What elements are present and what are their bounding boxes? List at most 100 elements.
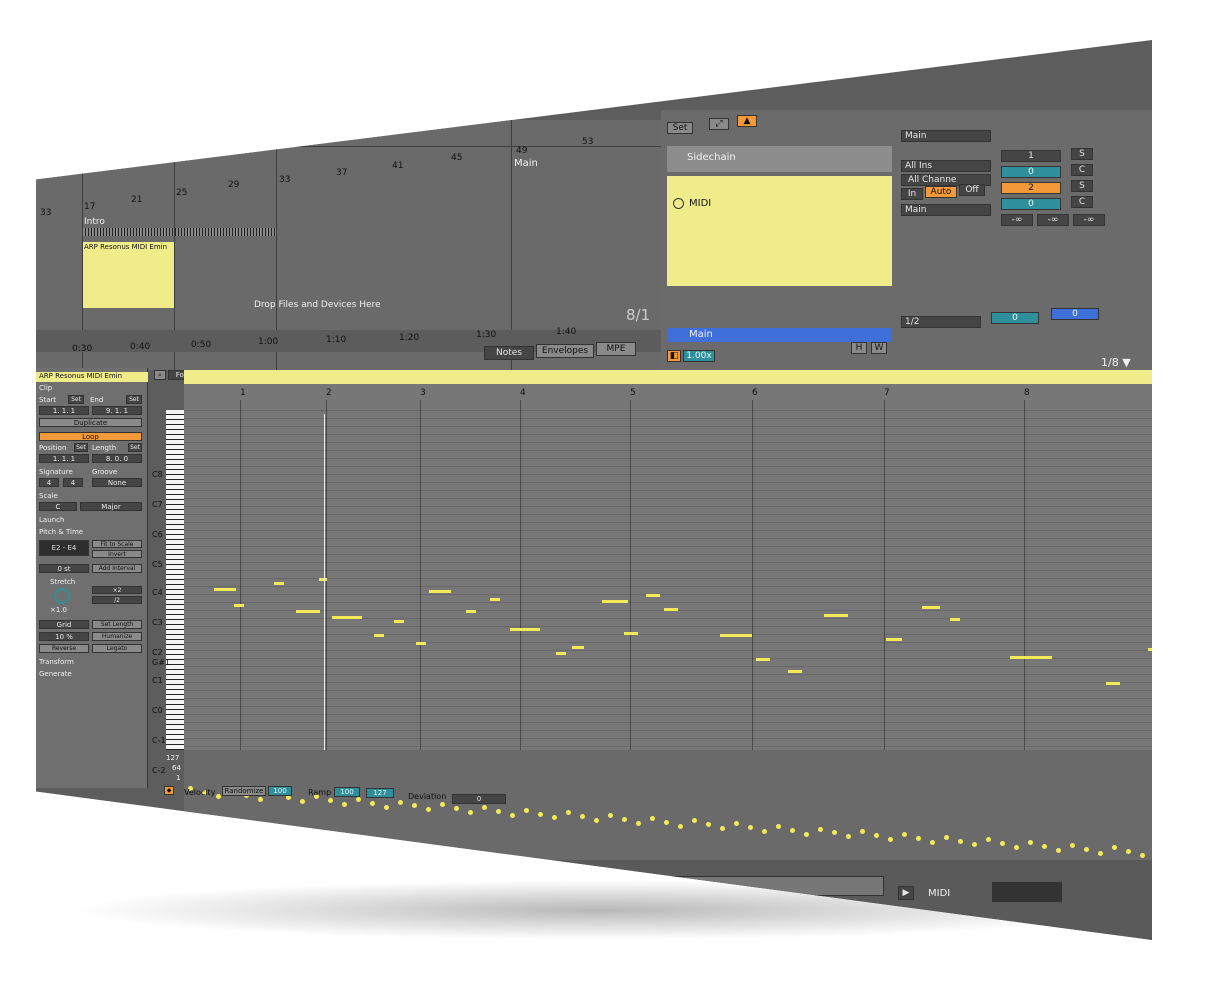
midi-note[interactable]: [416, 642, 426, 645]
velocity-marker[interactable]: [468, 810, 473, 815]
velocity-marker[interactable]: [944, 834, 949, 840]
velocity-marker[interactable]: [1140, 853, 1145, 859]
velocity-marker[interactable]: [790, 827, 795, 833]
velocity-marker[interactable]: [902, 831, 907, 837]
reverse-button[interactable]: Reverse: [39, 644, 89, 653]
deviation-value[interactable]: 0: [452, 794, 506, 804]
invert-button[interactable]: Invert: [92, 550, 142, 558]
midi-note[interactable]: [922, 606, 940, 609]
clip-section-label[interactable]: Clip: [39, 384, 52, 392]
midi-note[interactable]: [1106, 682, 1120, 685]
velocity-marker[interactable]: [650, 815, 655, 821]
velocity-marker[interactable]: [636, 820, 641, 826]
midi-note[interactable]: [1148, 648, 1152, 651]
midi-note[interactable]: [950, 618, 960, 621]
send-knob[interactable]: 0: [991, 312, 1039, 324]
monitor-in-button[interactable]: In: [901, 188, 923, 200]
set-button[interactable]: Set: [667, 122, 693, 134]
quantize-select[interactable]: 1/2: [901, 316, 981, 328]
velocity-marker[interactable]: [846, 834, 851, 840]
velocity-marker[interactable]: [510, 812, 515, 818]
output-select[interactable]: Main: [901, 130, 991, 142]
velocity-lane[interactable]: [184, 750, 1152, 860]
piano-roll-grid[interactable]: 1 2 3 4 5 6 7 8: [184, 370, 1152, 790]
midi-note[interactable]: [214, 588, 236, 591]
midi-note[interactable]: [490, 598, 500, 601]
lock-icon[interactable]: ▲: [737, 115, 757, 127]
velocity-marker[interactable]: [818, 826, 823, 832]
main-send[interactable]: 0: [1051, 308, 1099, 320]
velocity-marker[interactable]: [748, 825, 753, 830]
pitch-time-section[interactable]: Pitch & Time: [39, 528, 83, 536]
velocity-marker[interactable]: [384, 804, 389, 810]
velocity-marker[interactable]: [1028, 840, 1033, 845]
ramp-to[interactable]: 127: [366, 788, 394, 798]
velocity-marker[interactable]: [1056, 847, 1061, 853]
ramp-from[interactable]: 100: [334, 787, 360, 797]
velocity-marker[interactable]: [972, 842, 977, 848]
velocity-marker[interactable]: [342, 801, 347, 807]
velocity-marker[interactable]: [776, 823, 781, 829]
velocity-marker[interactable]: [916, 835, 921, 841]
velocity-marker[interactable]: [440, 802, 445, 808]
main-locator[interactable]: Main: [514, 158, 538, 169]
set-length-button[interactable]: Set: [128, 443, 142, 452]
stretch-knob[interactable]: [54, 588, 70, 604]
velocity-marker[interactable]: [608, 813, 613, 818]
midi-note[interactable]: [824, 614, 848, 617]
track1-number[interactable]: 1: [1001, 150, 1061, 162]
transform-section[interactable]: Transform: [39, 658, 74, 666]
velocity-marker[interactable]: [1098, 850, 1103, 856]
velocity-toggle-icon[interactable]: ◆: [164, 786, 174, 795]
velocity-marker[interactable]: [1084, 846, 1089, 852]
zoom-icon[interactable]: ⌕: [154, 370, 166, 380]
stretch-half-button[interactable]: /2: [92, 596, 142, 604]
velocity-marker[interactable]: [1126, 849, 1131, 855]
velocity-marker[interactable]: [664, 819, 669, 825]
solo-button-2[interactable]: S: [1071, 180, 1093, 192]
play-mode-icon[interactable]: ◧: [667, 350, 681, 362]
velocity-marker[interactable]: [370, 800, 375, 806]
scale-root-select[interactable]: C: [39, 502, 77, 511]
midi-note[interactable]: [394, 620, 404, 623]
velocity-marker[interactable]: [300, 799, 305, 805]
scale-mode-select[interactable]: Major: [80, 502, 142, 511]
velocity-marker[interactable]: [720, 826, 725, 832]
midi-note[interactable]: [296, 610, 320, 613]
midi-note[interactable]: [234, 604, 244, 607]
velocity-marker[interactable]: [804, 831, 809, 837]
velocity-marker[interactable]: [958, 838, 963, 844]
stretch-double-button[interactable]: ×2: [92, 586, 142, 594]
velocity-marker[interactable]: [986, 837, 991, 843]
humanize-button[interactable]: Humanize: [92, 632, 142, 641]
midi-note[interactable]: [646, 594, 660, 597]
loop-brace[interactable]: [184, 370, 1152, 384]
velocity-marker[interactable]: [1014, 845, 1019, 851]
midi-track-header[interactable]: MIDI: [667, 176, 892, 286]
position-value[interactable]: 1. 1. 1: [39, 454, 89, 463]
randomize-button[interactable]: Randomize: [222, 786, 266, 796]
track2-volume[interactable]: 0: [1001, 198, 1061, 210]
velocity-marker[interactable]: [482, 804, 487, 810]
track2-number[interactable]: 2: [1001, 182, 1061, 194]
velocity-marker[interactable]: [580, 814, 585, 820]
w-button[interactable]: W: [871, 342, 887, 354]
velocity-marker[interactable]: [552, 815, 557, 821]
fold-track-icon[interactable]: [673, 198, 684, 209]
set-end-button[interactable]: Set: [126, 395, 142, 404]
tempo-readout[interactable]: 1.00x: [683, 350, 715, 362]
velocity-marker[interactable]: [1000, 841, 1005, 847]
midi-note[interactable]: [756, 658, 770, 661]
velocity-marker[interactable]: [888, 837, 893, 842]
midi-note[interactable]: [319, 578, 327, 581]
set-start-button[interactable]: Set: [68, 395, 84, 404]
input-type-select[interactable]: All Ins: [901, 160, 991, 172]
velocity-marker[interactable]: [762, 828, 767, 834]
midi-note[interactable]: [788, 670, 802, 673]
piano-keyboard[interactable]: [166, 410, 184, 750]
start-value[interactable]: 1. 1. 1: [39, 406, 89, 415]
velocity-marker[interactable]: [216, 793, 221, 799]
velocity-marker[interactable]: [1042, 843, 1047, 849]
velocity-marker[interactable]: [286, 795, 291, 801]
midi-output-select[interactable]: Main: [901, 204, 991, 216]
